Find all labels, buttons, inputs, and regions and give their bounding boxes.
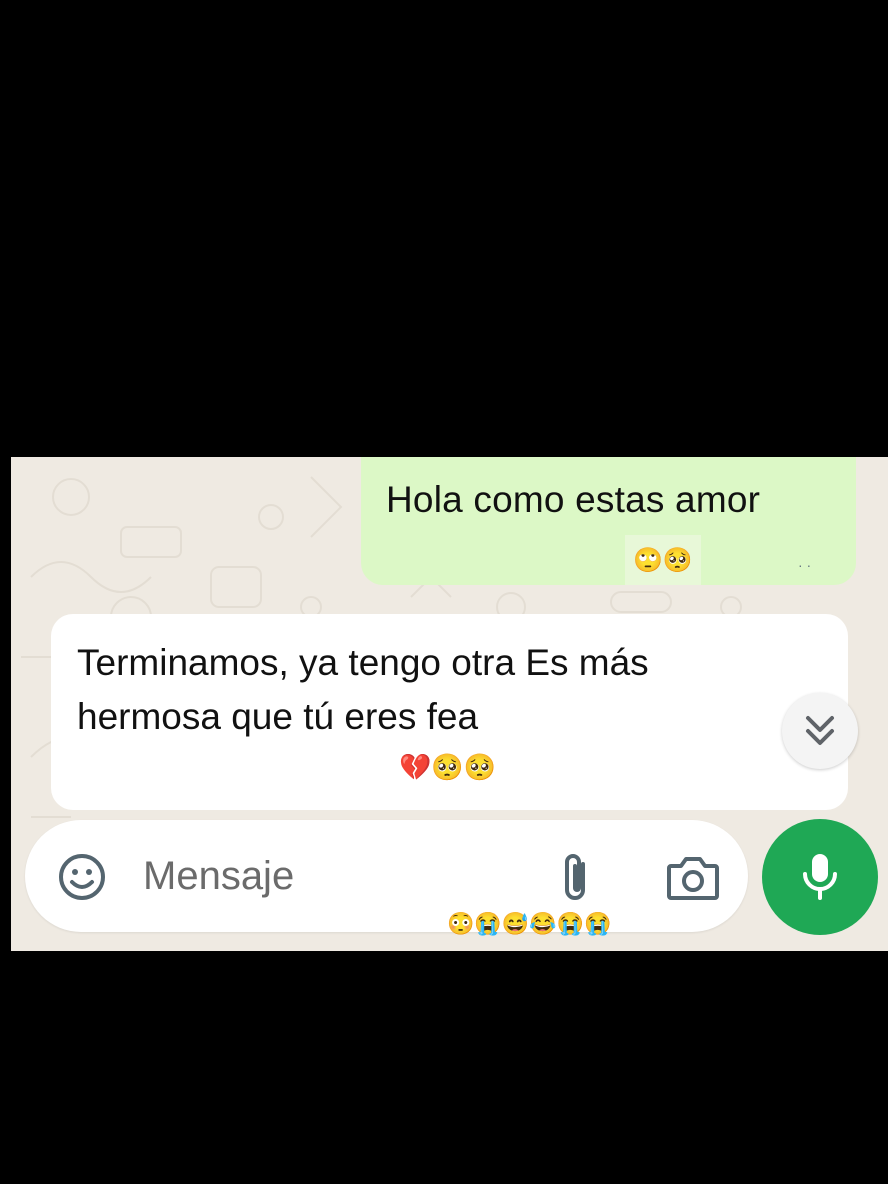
message-status-ticks: · · [798, 557, 812, 573]
paperclip-icon[interactable] [555, 850, 595, 906]
outgoing-message-text: Hola como estas amor [386, 479, 761, 520]
outgoing-message-emojis: 🙄🥺 [625, 535, 701, 585]
incoming-message-line-1: Terminamos, ya tengo otra Es más [77, 642, 649, 683]
voice-message-button[interactable] [762, 819, 878, 935]
double-chevron-down-icon [806, 716, 834, 745]
video-watermark-overlay: 😳😭😅😂😭😭 [447, 911, 612, 936]
scroll-to-bottom-button[interactable] [782, 693, 858, 769]
message-input[interactable]: Mensaje [143, 854, 294, 899]
incoming-message-line-2: hermosa que tú eres fea [77, 696, 479, 737]
incoming-message-emojis: 💔🥺🥺 [399, 752, 497, 782]
microphone-icon [803, 854, 837, 900]
chat-screen: Hola como estas amor 🙄🥺 · · Terminamos, … [11, 457, 888, 951]
incoming-message-bubble[interactable]: Terminamos, ya tengo otra Es más hermosa… [51, 614, 848, 810]
smiley-icon[interactable] [57, 852, 107, 902]
camera-icon[interactable] [665, 854, 721, 902]
message-composer: Mensaje [25, 820, 748, 932]
outgoing-message-bubble[interactable]: Hola como estas amor 🙄🥺 · · [361, 457, 856, 585]
